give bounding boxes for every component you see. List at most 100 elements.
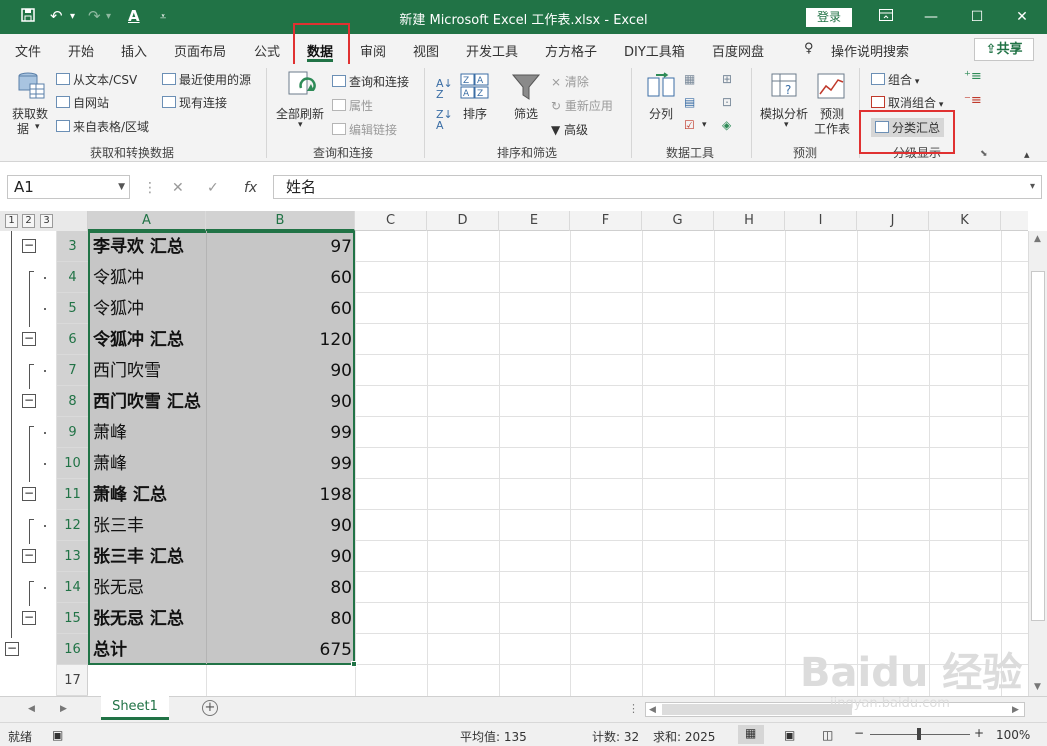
row-header[interactable]: 13 <box>57 541 88 572</box>
cell-name[interactable]: 萧峰 <box>93 449 205 480</box>
row-header[interactable]: 7 <box>57 355 88 386</box>
cell-value[interactable]: 60 <box>207 294 352 325</box>
sort-descending-icon[interactable]: Z↓ A <box>436 109 453 131</box>
ribbon-display-options-icon[interactable] <box>872 6 900 28</box>
column-header[interactable]: J <box>857 211 929 231</box>
show-detail-icon[interactable]: ⁺≡ <box>964 69 982 84</box>
reapply-button[interactable]: ↻ 重新应用 <box>551 97 613 114</box>
relationships-icon[interactable]: ⊡ <box>722 95 732 109</box>
select-all-corner[interactable] <box>57 211 88 231</box>
column-header[interactable]: C <box>355 211 427 231</box>
row-header[interactable]: 3 <box>57 231 88 262</box>
row-header[interactable]: 11 <box>57 479 88 510</box>
cell-name[interactable]: 令狐冲 汇总 <box>93 325 205 356</box>
row-header[interactable]: 9 <box>57 417 88 448</box>
outline-collapse-button[interactable]: − <box>5 642 19 656</box>
edit-links-button[interactable]: 编辑链接 <box>332 121 397 138</box>
outline-collapse-button[interactable]: − <box>22 332 36 346</box>
close-icon[interactable]: ✕ <box>1008 6 1036 28</box>
enter-icon[interactable]: ✓ <box>207 180 219 196</box>
data-validation-icon[interactable]: ☑ <box>684 118 695 132</box>
cancel-icon[interactable]: ✕ <box>172 180 184 196</box>
outline-level-3-button[interactable]: 3 <box>40 214 53 228</box>
column-header[interactable]: F <box>570 211 642 231</box>
scroll-left-icon[interactable]: ◀ <box>649 705 656 715</box>
tab-diy-toolbox[interactable]: DIY工具箱 <box>624 41 685 60</box>
cell-value[interactable]: 90 <box>207 387 352 418</box>
cell-name[interactable]: 李寻欢 汇总 <box>93 232 205 263</box>
row-header[interactable]: 15 <box>57 603 88 634</box>
cell-value[interactable]: 60 <box>207 263 352 294</box>
sort-button[interactable]: 排序 <box>463 105 487 122</box>
cell-value[interactable]: 99 <box>207 449 352 480</box>
chevron-down-icon[interactable]: ▾ <box>702 120 707 130</box>
flash-fill-icon[interactable]: ▦ <box>684 72 695 86</box>
outline-level-2-button[interactable]: 2 <box>22 214 35 228</box>
cell-name[interactable]: 张三丰 汇总 <box>93 542 205 573</box>
tab-review[interactable]: 审阅 <box>360 41 386 60</box>
cell-value[interactable]: 80 <box>207 573 352 604</box>
sheet-tab[interactable]: Sheet1 <box>101 696 169 720</box>
vertical-scrollbar[interactable]: ▲ ▼ <box>1028 231 1047 696</box>
scroll-up-icon[interactable]: ▲ <box>1034 234 1041 244</box>
tell-me-search[interactable]: 操作说明搜索 <box>831 41 909 60</box>
worksheet-grid[interactable]: 李寻欢 汇总 97 令狐冲 60 令狐冲 60 令狐冲 汇总 120 西门吹雪 … <box>88 231 1028 696</box>
macro-record-icon[interactable]: ▣ <box>52 728 63 742</box>
font-color-icon[interactable]: A <box>128 7 140 25</box>
column-header[interactable]: B <box>206 211 355 231</box>
outline-collapse-button[interactable]: − <box>22 611 36 625</box>
column-header[interactable]: A <box>88 211 206 231</box>
row-header[interactable]: 8 <box>57 386 88 417</box>
cell-name[interactable]: 总计 <box>93 635 205 666</box>
column-header[interactable]: G <box>642 211 714 231</box>
login-button[interactable]: 登录 <box>806 8 852 27</box>
save-icon[interactable] <box>20 7 36 27</box>
minimize-icon[interactable]: — <box>917 6 945 28</box>
expand-formula-bar-icon[interactable]: ▾ <box>1030 176 1035 198</box>
column-header[interactable]: I <box>785 211 857 231</box>
manage-data-model-icon[interactable]: ◈ <box>722 118 731 132</box>
scroll-down-icon[interactable]: ▼ <box>1034 682 1041 692</box>
cell-value[interactable]: 675 <box>207 635 352 666</box>
cell-name[interactable]: 西门吹雪 汇总 <box>93 387 213 418</box>
consolidate-icon[interactable]: ⊞ <box>722 72 732 86</box>
row-header[interactable]: 6 <box>57 324 88 355</box>
cell-name[interactable]: 张无忌 汇总 <box>93 604 205 635</box>
remove-duplicates-icon[interactable]: ▤ <box>684 95 695 109</box>
cell-name[interactable]: 西门吹雪 <box>93 356 205 387</box>
group-button[interactable]: 组合 ▾ <box>871 71 919 88</box>
collapse-ribbon-icon[interactable]: ▴ <box>1024 148 1030 161</box>
add-sheet-icon[interactable]: + <box>202 700 218 716</box>
column-header[interactable]: E <box>499 211 570 231</box>
cell-name[interactable]: 张三丰 <box>93 511 205 542</box>
get-data-button-line2[interactable]: 据 <box>17 120 29 137</box>
tab-page-layout[interactable]: 页面布局 <box>174 41 226 60</box>
outline-collapse-button[interactable]: − <box>22 394 36 408</box>
tab-developer[interactable]: 开发工具 <box>466 41 518 60</box>
cell-value[interactable]: 198 <box>207 480 352 511</box>
ungroup-button[interactable]: 取消组合 ▾ <box>871 94 943 111</box>
chevron-down-icon[interactable]: ▾ <box>35 122 40 132</box>
cell-value[interactable]: 80 <box>207 604 352 635</box>
tab-view[interactable]: 视图 <box>413 41 439 60</box>
chevron-down-icon[interactable]: ▾ <box>298 120 303 130</box>
maximize-icon[interactable]: ☐ <box>963 6 991 28</box>
tab-fangfang[interactable]: 方方格子 <box>545 41 597 60</box>
dialog-launcher-icon[interactable]: ⬊ <box>980 149 988 159</box>
row-header[interactable]: 10 <box>57 448 88 479</box>
page-layout-view-icon[interactable]: ▣ <box>784 728 795 742</box>
outline-level-1-button[interactable]: 1 <box>5 214 18 228</box>
page-break-view-icon[interactable]: ◫ <box>822 728 833 742</box>
cell-value[interactable]: 99 <box>207 418 352 449</box>
cell-name[interactable]: 令狐冲 <box>93 294 205 325</box>
cell-value[interactable]: 120 <box>207 325 352 356</box>
tab-file[interactable]: 文件 <box>15 41 41 60</box>
clear-button[interactable]: ⨯ 清除 <box>551 73 589 90</box>
cell-name[interactable]: 张无忌 <box>93 573 205 604</box>
customize-qat-icon[interactable]: ⩡ <box>160 10 166 24</box>
zoom-out-icon[interactable]: − <box>854 726 864 740</box>
outline-collapse-button[interactable]: − <box>22 487 36 501</box>
cell-value[interactable]: 90 <box>207 511 352 542</box>
tab-baidu-netdisk[interactable]: 百度网盘 <box>712 41 764 60</box>
cell-value[interactable]: 90 <box>207 356 352 387</box>
